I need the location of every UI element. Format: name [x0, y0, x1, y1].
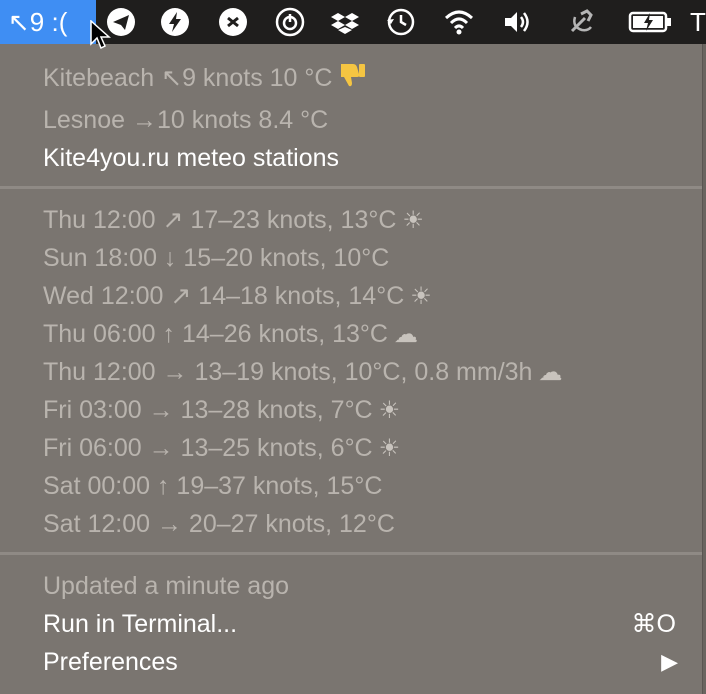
time-machine-icon[interactable]: [383, 5, 417, 39]
thumbs-down-icon: [338, 60, 368, 97]
forecast-item: Thu 06:00 ↑ 14–26 knots, 13°C ☁: [43, 319, 418, 350]
preferences-label: Preferences: [43, 648, 178, 676]
forecast-text: Sat 00:00 ↑ 19–37 knots, 15°C: [43, 472, 383, 500]
run-in-terminal-item[interactable]: Run in Terminal...: [43, 609, 679, 639]
forecast-text: Sun 18:00 ↓ 15–20 knots, 10°C: [43, 244, 390, 272]
forecast-text: Fri 06:00 → 13–25 knots, 6°C: [43, 434, 373, 462]
menu-divider: [0, 552, 702, 555]
forecast-text: Thu 12:00 → 13–19 knots, 10°C, 0.8 mm/3h: [43, 358, 533, 386]
forecast-item: Fri 06:00 → 13–25 knots, 6°C ☀: [43, 433, 400, 464]
run-in-terminal-label: Run in Terminal...: [43, 610, 238, 638]
meteo-stations-link[interactable]: Kite4you.ru meteo stations: [43, 143, 339, 173]
dropbox-icon[interactable]: [328, 5, 362, 39]
dropdown-menu: Kitebeach ↖9 knots 10 °C Lesnoe →10 knot…: [0, 44, 703, 694]
truncated-menubar-text[interactable]: T: [690, 0, 706, 44]
forecast-item: Wed 12:00 ↗ 14–18 knots, 14°C ☀: [43, 281, 432, 312]
sun-icon: ☀: [378, 397, 401, 424]
submenu-arrow-icon: ▶: [661, 649, 678, 674]
menu-divider: [0, 186, 702, 189]
station-kitebeach: Kitebeach ↖9 knots 10 °C: [43, 60, 368, 97]
battery-charging-icon[interactable]: [628, 5, 674, 39]
forecast-item: Sat 00:00 ↑ 19–37 knots, 15°C: [43, 471, 382, 501]
power-icon[interactable]: [273, 5, 307, 39]
station-lesnoe: Lesnoe →10 knots 8.4 °C: [43, 106, 329, 134]
forecast-item: Fri 03:00 → 13–28 knots, 7°C ☀: [43, 395, 400, 426]
forecast-item: Sat 12:00 → 20–27 knots, 12°C: [43, 509, 395, 539]
wifi-icon[interactable]: [442, 5, 476, 39]
run-shortcut: ⌘O: [631, 610, 676, 638]
cloud-icon: ☁: [393, 321, 418, 348]
forecast-item: Thu 12:00 ↗ 17–23 knots, 13°C ☀: [43, 205, 424, 236]
updated-status: Updated a minute ago: [43, 572, 290, 600]
kite-status-menu-item[interactable]: ↖9 :(: [0, 0, 96, 44]
forecast-text: Sat 12:00 → 20–27 knots, 12°C: [43, 510, 395, 538]
skype-icon[interactable]: [216, 5, 250, 39]
forecast-text: Fri 03:00 → 13–28 knots, 7°C: [43, 396, 373, 424]
forecast-text: Thu 12:00 ↗ 17–23 knots, 13°C: [43, 206, 397, 234]
hammer-sickle-icon[interactable]: [564, 5, 598, 39]
forecast-text: Wed 12:00 ↗ 14–18 knots, 14°C: [43, 282, 405, 310]
forecast-item: Thu 12:00 → 13–19 knots, 10°C, 0.8 mm/3h…: [43, 357, 562, 388]
forecast-item: Sun 18:00 ↓ 15–20 knots, 10°C: [43, 243, 389, 273]
sun-icon: ☀: [410, 283, 432, 310]
station-kitebeach-text: Kitebeach ↖9 knots 10 °C: [43, 64, 333, 92]
forecast-text: Thu 06:00 ↑ 14–26 knots, 13°C: [43, 320, 388, 348]
cloud-icon: ☁: [538, 359, 563, 386]
preferences-item[interactable]: Preferences: [43, 647, 178, 677]
sun-icon: ☀: [402, 207, 424, 234]
lightning-icon[interactable]: [158, 5, 192, 39]
volume-icon[interactable]: [500, 5, 534, 39]
sun-icon: ☀: [378, 435, 401, 462]
mouse-pointer-icon: [90, 20, 111, 50]
